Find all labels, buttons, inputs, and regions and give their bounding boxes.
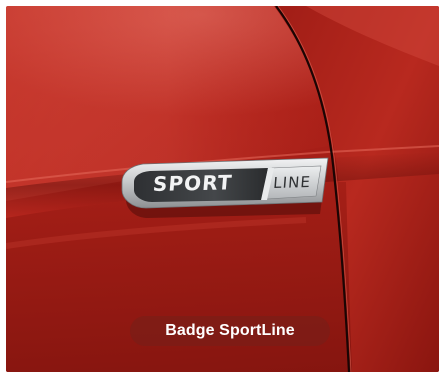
photo-frame: SPORT LINE Badge SportLine: [6, 6, 439, 372]
caption-label: Badge SportLine: [130, 316, 330, 346]
caption-text: Badge SportLine: [165, 322, 295, 339]
